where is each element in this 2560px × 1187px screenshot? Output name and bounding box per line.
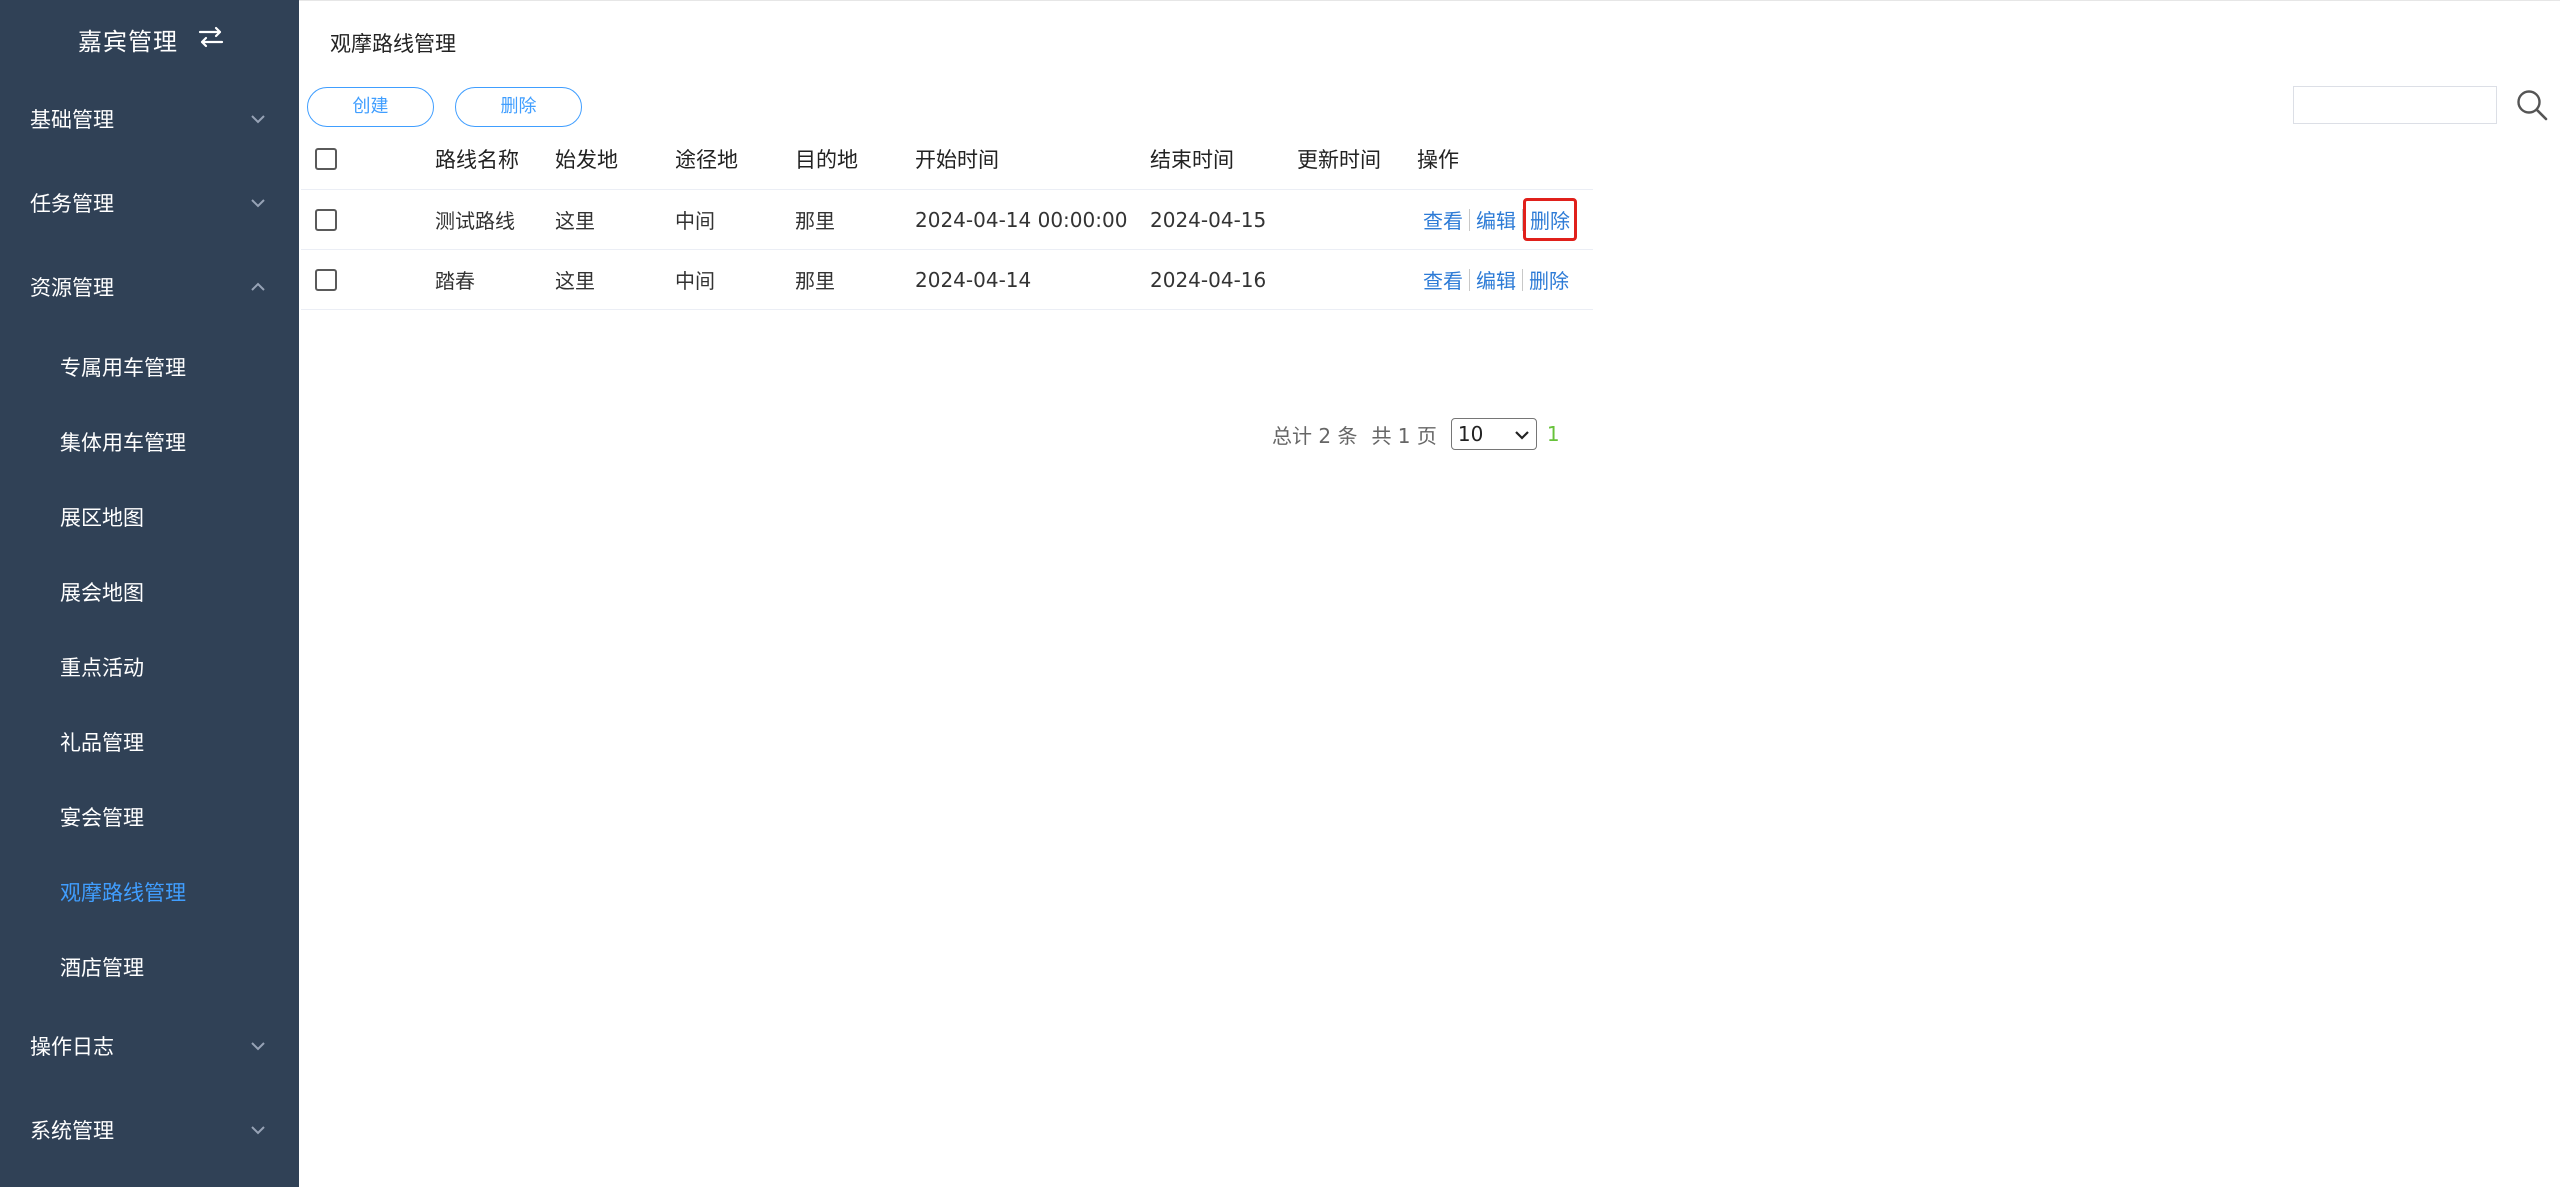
menu-group-system[interactable]: 系统管理 <box>0 1087 299 1171</box>
sidebar-item-expo-map[interactable]: 展会地图 <box>0 553 299 628</box>
pagination: 总计 2 条 共 1 页 10 1 <box>1272 418 1560 450</box>
menu-group-label: 基础管理 <box>30 108 114 132</box>
menu-group-task[interactable]: 任务管理 <box>0 160 299 244</box>
chevron-down-icon <box>250 110 266 124</box>
sidebar: 嘉宾管理 基础管理 任务管理 资源管理 专属用车管理 集体用车管理 展区地图 展… <box>0 0 299 1187</box>
table-header: 路线名称 始发地 途径地 目的地 开始时间 结束时间 更新时间 操作 <box>301 128 1593 190</box>
sidebar-item-label: 酒店管理 <box>60 956 144 980</box>
column-header: 结束时间 <box>1150 147 1234 172</box>
swap-toggle-icon[interactable] <box>196 24 226 50</box>
brand-title: 嘉宾管理 <box>78 28 178 56</box>
sidebar-item-label: 展区地图 <box>60 506 144 530</box>
route-start-time: 2024-04-14 <box>915 267 1032 292</box>
select-all-checkbox[interactable] <box>315 128 337 189</box>
route-destination: 那里 <box>795 269 835 293</box>
menu-group-label: 操作日志 <box>30 1035 114 1059</box>
chevron-down-icon <box>1514 422 1530 446</box>
page-size-value: 10 <box>1457 422 1484 446</box>
sidebar-item-gifts[interactable]: 礼品管理 <box>0 703 299 778</box>
search-icon[interactable] <box>2515 88 2549 122</box>
table-row: 测试路线 这里 中间 那里 2024-04-14 00:00:00 2024-0… <box>301 190 1593 250</box>
sidebar-item-label: 展会地图 <box>60 581 144 605</box>
column-header: 途径地 <box>675 147 738 172</box>
sidebar-item-group-car[interactable]: 集体用车管理 <box>0 403 299 478</box>
menu-group-basic[interactable]: 基础管理 <box>0 76 299 160</box>
sidebar-item-label: 重点活动 <box>60 656 144 680</box>
top-divider <box>299 0 2560 1</box>
column-header: 始发地 <box>555 147 618 172</box>
pagination-total: 总计 2 条 <box>1272 423 1358 448</box>
view-link[interactable]: 查看 <box>1417 205 1469 234</box>
route-destination: 那里 <box>795 209 835 233</box>
route-start-time: 2024-04-14 00:00:00 <box>915 207 1128 232</box>
batch-delete-button[interactable]: 删除 <box>455 87 582 127</box>
column-header: 更新时间 <box>1297 147 1381 172</box>
sidebar-item-tour-routes[interactable]: 观摩路线管理 <box>0 853 299 928</box>
sidebar-item-label: 宴会管理 <box>60 806 144 830</box>
route-end-time: 2024-04-15 <box>1150 207 1267 232</box>
route-via: 中间 <box>675 209 715 233</box>
table-row: 踏春 这里 中间 那里 2024-04-14 2024-04-16 查看 编辑 … <box>301 250 1593 310</box>
route-origin: 这里 <box>555 269 595 293</box>
menu-group-label: 任务管理 <box>30 192 114 216</box>
delete-link[interactable]: 删除 <box>1523 198 1577 241</box>
row-checkbox[interactable] <box>315 190 337 249</box>
column-header: 目的地 <box>795 147 858 172</box>
chevron-down-icon <box>250 1037 266 1051</box>
row-checkbox[interactable] <box>315 250 337 309</box>
sidebar-item-label: 集体用车管理 <box>60 431 186 455</box>
row-actions: 查看 编辑 删除 <box>1417 250 1575 309</box>
edit-link[interactable]: 编辑 <box>1470 265 1522 294</box>
column-header: 路线名称 <box>435 147 519 172</box>
edit-link[interactable]: 编辑 <box>1470 205 1522 234</box>
route-name: 踏春 <box>435 269 475 293</box>
chevron-down-icon <box>250 1121 266 1135</box>
search-input[interactable] <box>2293 86 2497 124</box>
route-name: 测试路线 <box>435 209 515 233</box>
row-actions: 查看 编辑 删除 <box>1417 190 1577 249</box>
route-via: 中间 <box>675 269 715 293</box>
sidebar-item-label: 礼品管理 <box>60 731 144 755</box>
route-origin: 这里 <box>555 209 595 233</box>
menu-group-label: 资源管理 <box>30 276 114 300</box>
menu-group-resource[interactable]: 资源管理 <box>0 244 299 328</box>
create-button[interactable]: 创建 <box>307 87 434 127</box>
route-end-time: 2024-04-16 <box>1150 267 1267 292</box>
page-title: 观摩路线管理 <box>330 32 456 56</box>
sidebar-item-hotel[interactable]: 酒店管理 <box>0 928 299 1003</box>
column-header: 开始时间 <box>915 147 999 172</box>
sidebar-brand: 嘉宾管理 <box>0 0 299 75</box>
sidebar-item-key-events[interactable]: 重点活动 <box>0 628 299 703</box>
sidebar-item-exclusive-car[interactable]: 专属用车管理 <box>0 328 299 403</box>
page-number-current[interactable]: 1 <box>1547 422 1560 446</box>
sidebar-item-exhibit-map[interactable]: 展区地图 <box>0 478 299 553</box>
menu-group-label: 系统管理 <box>30 1119 114 1143</box>
sidebar-item-label: 观摩路线管理 <box>60 881 186 905</box>
chevron-down-icon <box>250 194 266 208</box>
delete-link[interactable]: 删除 <box>1523 265 1575 294</box>
menu-group-logs[interactable]: 操作日志 <box>0 1003 299 1087</box>
sidebar-item-label: 专属用车管理 <box>60 356 186 380</box>
page-size-select[interactable]: 10 <box>1450 418 1537 450</box>
pagination-pages: 共 1 页 <box>1371 423 1437 448</box>
chevron-up-icon <box>250 278 266 291</box>
sidebar-item-banquet[interactable]: 宴会管理 <box>0 778 299 853</box>
view-link[interactable]: 查看 <box>1417 265 1469 294</box>
column-header: 操作 <box>1417 147 1459 172</box>
